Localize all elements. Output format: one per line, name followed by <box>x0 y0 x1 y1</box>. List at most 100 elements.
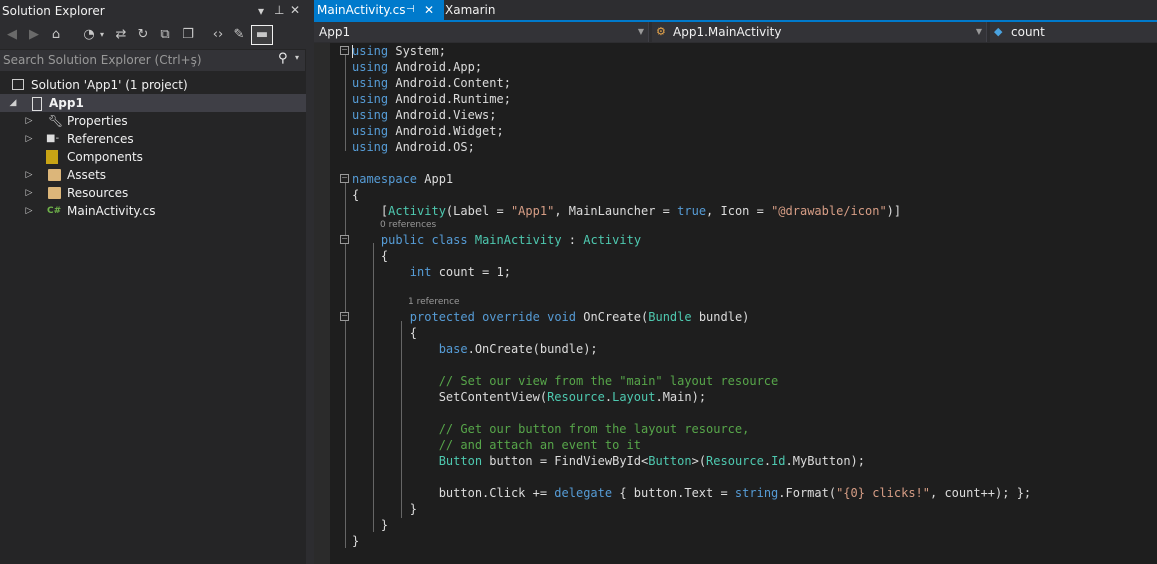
tree-item-resources[interactable]: ▷ Resources <box>0 184 306 202</box>
tree-item-project-app1[interactable]: ◢ App1 <box>0 94 306 112</box>
expanded-arrow-icon[interactable]: ◢ <box>8 94 18 112</box>
pending-changes-filter-icon[interactable]: ◔ <box>82 26 96 44</box>
tree-item-label: References <box>67 132 134 146</box>
collapsed-arrow-icon[interactable]: ▷ <box>24 130 34 148</box>
back-icon[interactable]: ◀ <box>5 26 19 44</box>
tree-item-label: App1 <box>49 96 84 110</box>
view-code-icon[interactable]: ‹› <box>210 26 226 44</box>
code-text-area[interactable]: using System; using Android.App; using A… <box>352 0 1152 564</box>
window-position-dropdown-icon[interactable]: ▾ <box>258 4 264 18</box>
tree-item-label: Resources <box>67 186 129 200</box>
wrench-icon: 🔧︎ <box>48 114 64 128</box>
tree-item-components[interactable]: Components <box>0 148 306 166</box>
tree-item-references[interactable]: ▷ ■-■ References <box>0 130 306 162</box>
code-line: SetContentView(Resource.Layout.Main); <box>352 389 706 405</box>
filter-dropdown-icon[interactable]: ▾ <box>98 26 106 44</box>
references-icon: ■-■ <box>46 133 60 162</box>
code-text: button.Click += <box>352 486 555 500</box>
refresh-icon[interactable]: ↻ <box>136 26 150 44</box>
home-icon[interactable]: ⌂ <box>48 26 64 44</box>
solution-explorer-toolbar: ◀ ▶ ⌂ ◔ ▾ ⇄ ↻ ⧉ ❐ ‹› ✎ ▬ <box>0 22 306 49</box>
close-icon[interactable]: ✕ <box>290 3 300 17</box>
tree-item-label: Solution 'App1' (1 project) <box>31 78 188 92</box>
tree-item-solution[interactable]: Solution 'App1' (1 project) <box>0 76 306 94</box>
tree-item-label: Components <box>67 150 143 164</box>
type-name: Button <box>648 454 692 468</box>
search-box[interactable]: Search Solution Explorer (Ctrl+ş) ⚲ ▾ <box>0 50 305 71</box>
code-text: Android.Content; <box>388 76 511 90</box>
forward-icon[interactable]: ▶ <box>27 26 41 44</box>
type-name: Layout <box>612 390 656 404</box>
code-comment: // Get our button from the layout resour… <box>352 422 750 436</box>
code-text: >( <box>691 454 707 468</box>
pin-icon[interactable]: ⊥ <box>274 3 284 17</box>
keyword: using <box>352 76 389 90</box>
code-line: { <box>352 249 389 263</box>
code-line: protected override void OnCreate(Bundle … <box>352 309 750 325</box>
code-text: OnCreate( <box>576 310 649 324</box>
keyword: base <box>438 342 468 356</box>
type-name: Resource <box>547 390 605 404</box>
collapsed-arrow-icon[interactable]: ▷ <box>24 184 34 202</box>
collapsed-arrow-icon[interactable]: ▷ <box>24 166 34 184</box>
code-text: Android.App; <box>388 60 483 74</box>
code-line: } <box>352 502 418 516</box>
solution-explorer-titlebar: Solution Explorer ▾ ⊥ ✕ <box>0 0 306 22</box>
code-line: } <box>352 534 360 548</box>
code-text: App1 <box>417 172 454 186</box>
collapse-icon[interactable]: − <box>340 235 349 244</box>
panel-splitter[interactable] <box>306 0 314 564</box>
collapsed-arrow-icon[interactable]: ▷ <box>24 202 34 220</box>
code-line: using Android.App; <box>352 59 482 75</box>
codelens-references[interactable]: 1 reference <box>408 297 460 307</box>
type-name: Resource <box>706 454 764 468</box>
folder-icon <box>48 187 61 199</box>
keyword: delegate <box>554 486 613 500</box>
tree-item-properties[interactable]: ▷ 🔧︎ Properties <box>0 112 306 130</box>
search-input[interactable]: Search Solution Explorer (Ctrl+ş) <box>3 53 202 67</box>
keyword: int <box>409 265 432 279</box>
code-text: .Main); <box>655 390 707 404</box>
collapse-icon[interactable]: − <box>340 46 349 55</box>
keyword: namespace <box>352 172 418 186</box>
keyword: using <box>352 60 389 74</box>
code-text: Android.Runtime; <box>388 92 511 106</box>
code-line: using System; <box>352 43 446 59</box>
panel-title: Solution Explorer <box>2 4 105 18</box>
tree-item-assets[interactable]: ▷ Assets <box>0 166 306 184</box>
folder-icon <box>48 169 61 181</box>
collapsed-arrow-icon[interactable]: ▷ <box>24 112 34 130</box>
search-icon[interactable]: ⚲ <box>278 51 288 66</box>
code-line: } <box>352 518 389 532</box>
type-name: Activity <box>583 233 642 247</box>
preview-selected-items-icon[interactable]: ▬ <box>251 25 273 45</box>
codelens-references[interactable]: 0 references <box>380 220 436 230</box>
tree-item-mainactivity[interactable]: ▷ C# MainActivity.cs <box>0 202 306 220</box>
sync-with-document-icon[interactable]: ⇄ <box>114 26 128 44</box>
code-text: (Label = <box>445 204 511 218</box>
type-name: Activity <box>388 204 446 218</box>
fold-guide <box>345 55 346 151</box>
keyword: true <box>677 204 707 218</box>
search-options-dropdown-icon[interactable]: ▾ <box>295 53 299 62</box>
properties-wrench-icon[interactable]: ✎ <box>232 26 246 44</box>
android-project-icon <box>32 97 42 111</box>
code-line: { <box>352 326 418 340</box>
code-text: bundle) <box>691 310 750 324</box>
code-line: using Android.OS; <box>352 139 475 155</box>
type-name: Id <box>771 454 786 468</box>
code-line: int count = 1; <box>352 264 511 280</box>
code-line: Button button = FindViewById<Button>(Res… <box>352 453 865 469</box>
collapse-icon[interactable]: − <box>340 174 349 183</box>
keyword: override <box>482 310 540 324</box>
show-all-files-icon[interactable]: ❐ <box>181 26 195 44</box>
collapse-all-icon[interactable]: ⧉ <box>158 26 172 44</box>
code-line: { <box>352 188 360 202</box>
keyword: class <box>431 233 468 247</box>
code-text: , Icon = <box>706 204 772 218</box>
collapse-icon[interactable]: − <box>340 312 349 321</box>
